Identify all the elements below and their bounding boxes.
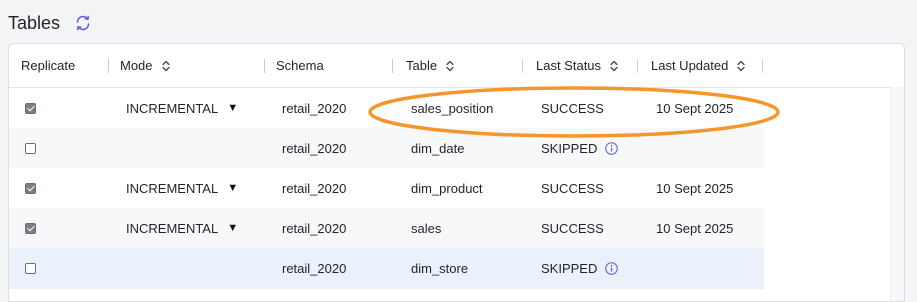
column-header-label: Last Updated [651,58,729,73]
sort-icon[interactable] [161,60,171,72]
status-cell: SUCCESS [541,88,604,128]
sort-icon[interactable] [445,60,455,72]
last-updated-cell: 10 Sept 2025 [656,220,734,236]
schema-cell: retail_2020 [282,260,347,276]
mode-cell: INCREMENTAL ▼ [126,88,238,128]
replicate-cell [25,168,36,208]
sort-icon[interactable] [609,60,619,72]
last-updated-cell: 10 Sept 2025 [656,180,734,196]
mode-value: INCREMENTAL [126,180,219,196]
replicate-cell [25,88,36,128]
column-divider[interactable] [108,59,109,73]
table-row[interactable]: INCREMENTAL ▼ retail_2020 dim_product SUCCES… [9,168,764,209]
column-header-replicate: Replicate [21,44,75,87]
mode-dropdown[interactable]: INCREMENTAL ▼ [126,101,238,116]
status-text: SKIPPED [541,140,598,156]
status-text: SUCCESS [541,100,604,116]
status-cell: SUCCESS [541,168,604,208]
column-divider[interactable] [264,59,265,73]
tables-header: Tables [8,11,92,35]
table-row[interactable]: INCREMENTAL ▼ retail_2020 sales SUCCESS 10 Se… [9,208,764,249]
sort-icon[interactable] [736,60,746,72]
status-text: SKIPPED [541,260,598,276]
caret-down-icon: ▼ [227,182,239,194]
schema-cell: retail_2020 [282,100,347,116]
status-cell: SKIPPED [541,128,619,168]
column-header-last-status[interactable]: Last Status [536,44,619,87]
schema-cell: retail_2020 [282,180,347,196]
mode-value: INCREMENTAL [126,100,219,116]
mode-cell: INCREMENTAL ▼ [126,208,238,248]
vertical-scrollbar[interactable] [890,87,904,301]
table-name-cell: dim_store [411,260,469,276]
table-name-cell: sales_position [411,100,494,116]
replicate-checkbox[interactable] [25,262,36,274]
column-header-schema: Schema [276,44,324,87]
column-header-table[interactable]: Table [406,44,455,87]
mode-dropdown[interactable]: INCREMENTAL ▼ [126,181,238,196]
table-row[interactable]: retail_2020 dim_store SKIPPED [9,248,764,289]
column-header-mode[interactable]: Mode [120,44,171,87]
mode-value: INCREMENTAL [126,220,219,236]
mode-dropdown[interactable]: INCREMENTAL ▼ [126,221,238,236]
status-text: SUCCESS [541,220,604,236]
schema-cell: retail_2020 [282,220,347,236]
mode-cell: INCREMENTAL ▼ [126,168,238,208]
tables-panel: Replicate Mode Schema Table Last Status Last … [8,43,905,302]
status-cell: SUCCESS [541,208,604,248]
table-header: Replicate Mode Schema Table Last Status Last … [9,44,904,88]
refresh-icon[interactable] [74,14,92,32]
column-divider[interactable] [637,59,638,73]
table-name-cell: dim_date [411,140,465,156]
column-header-last-updated[interactable]: Last Updated [651,44,746,87]
replicate-checkbox[interactable] [25,222,36,234]
replicate-checkbox[interactable] [25,102,36,114]
status-cell: SKIPPED [541,248,619,288]
replicate-checkbox[interactable] [25,182,36,194]
caret-down-icon: ▼ [227,102,239,114]
last-updated-cell: 10 Sept 2025 [656,100,734,116]
replicate-cell [25,208,36,248]
table-name-cell: sales [411,220,442,236]
page-title: Tables [8,12,61,33]
column-header-label: Mode [120,58,153,73]
status-text: SUCCESS [541,180,604,196]
table-row[interactable]: retail_2020 dim_date SKIPPED [9,128,764,169]
table-name-cell: dim_product [411,180,483,196]
column-header-label: Last Status [536,58,602,73]
schema-cell: retail_2020 [282,140,347,156]
column-divider[interactable] [392,59,393,73]
table-row[interactable]: INCREMENTAL ▼ retail_2020 sales_position SUC… [9,88,764,129]
caret-down-icon: ▼ [227,222,239,234]
column-divider[interactable] [522,59,523,73]
column-header-label: Replicate [21,58,76,73]
replicate-cell [25,248,36,288]
replicate-cell [25,128,36,168]
info-icon[interactable] [605,141,619,155]
column-header-label: Table [406,58,438,73]
column-divider[interactable] [762,59,763,73]
column-header-label: Schema [276,58,324,73]
info-icon[interactable] [605,261,619,275]
replicate-checkbox[interactable] [25,142,36,154]
